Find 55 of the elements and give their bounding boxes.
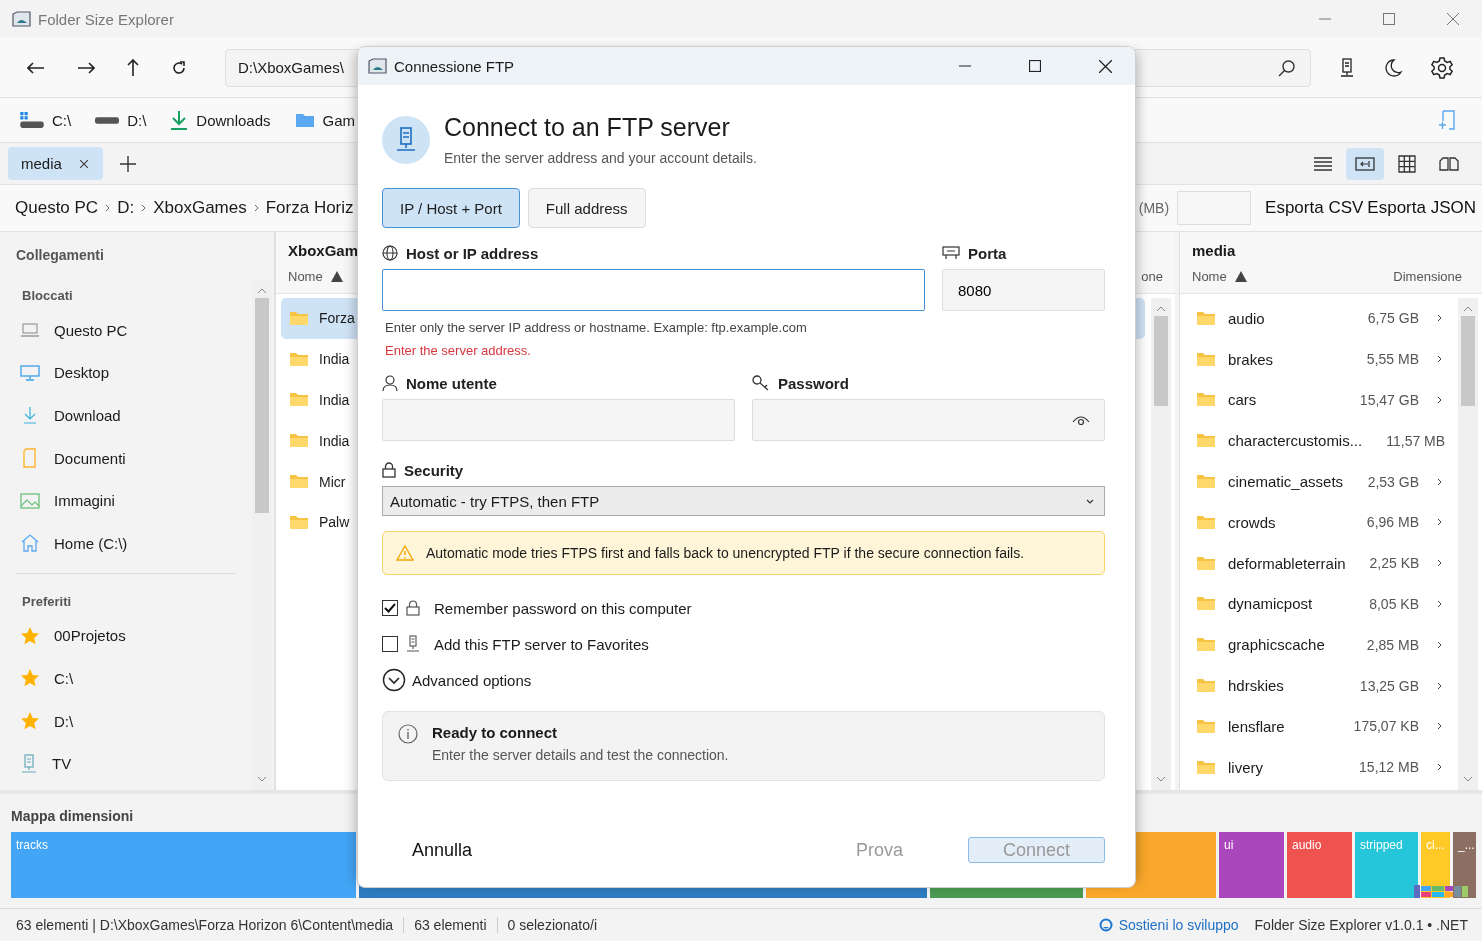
filter-label: (MB) [1138, 200, 1170, 216]
field-label: Security [404, 461, 464, 479]
field-label: Nome utente [406, 374, 497, 392]
folder-size: 11,57 MB [1386, 432, 1446, 449]
field-label: Password [778, 374, 849, 392]
folder-name: brakes [1228, 350, 1274, 368]
folder-name: Forza [319, 310, 355, 327]
status-text: 63 elementi [414, 917, 487, 933]
dialog-subheading: Enter the server address and your account details. [444, 150, 757, 166]
status-text: 63 elementi | D:\XboxGames\Forza Horizon 6\Content\media [16, 917, 394, 933]
folder-name: livery [1228, 758, 1263, 776]
field-label: Porta [968, 244, 1007, 262]
folder-size: 2,53 GB [1367, 473, 1419, 490]
section-title: Mappa dimensioni [11, 808, 135, 826]
folder-name: hdrskies [1228, 677, 1284, 695]
folder-name: India [319, 432, 350, 449]
folder-size: 6,75 GB [1367, 310, 1419, 327]
folder-name: India [319, 351, 350, 368]
warning-text: Automatic mode tries FTPS first and falls back to unencrypted FTP if the secure connection fails. [426, 545, 1025, 561]
status-message: Enter the server details and test the connection. [432, 747, 729, 763]
folder-size: 13,25 GB [1359, 677, 1419, 694]
window-title: Folder Size Explorer [38, 10, 174, 28]
folder-name: Micr [319, 473, 346, 490]
folder-name: lensflare [1228, 717, 1285, 735]
folder-name: deformableterrain [1228, 554, 1346, 572]
column-title: media [1192, 242, 1236, 259]
section-heading: Preferiti [21, 592, 73, 611]
folder-name: crowds [1228, 513, 1276, 531]
folder-size: 8,05 KB [1369, 595, 1419, 612]
section-heading: Bloccati [21, 287, 74, 305]
help-text: Enter only the server IP address or hostname. Example: ftp.example.com [384, 320, 808, 335]
field-label: Host or IP address [406, 244, 539, 262]
folder-name: audio [1228, 309, 1265, 327]
folder-size: 2,85 MB [1366, 636, 1419, 653]
folder-size: 15,47 GB [1359, 392, 1419, 408]
folder-name: dynamicpost [1228, 595, 1313, 613]
folder-name: charactercustomis... [1228, 432, 1363, 450]
sidebar-title: Collegamenti [15, 246, 105, 265]
folder-size: 2,25 KB [1369, 555, 1420, 572]
status-text: 0 selezionato/i [507, 917, 598, 933]
error-text: Enter the server address. [384, 343, 532, 358]
dialog-heading: Connect to an FTP server [444, 113, 731, 142]
folder-name: graphicscache [1228, 636, 1325, 654]
folder-name: cinematic_assets [1228, 473, 1344, 491]
folder-size: 15,12 MB [1359, 759, 1419, 776]
folder-size: 6,96 MB [1366, 514, 1419, 531]
version-text: Folder Size Explorer v1.0.1 • .NET [1254, 917, 1468, 933]
folder-size: 5,55 MB [1366, 351, 1419, 368]
folder-size: 175,07 KB [1353, 718, 1419, 735]
folder-name: Palw [319, 514, 350, 531]
status-title: Ready to connect [432, 724, 559, 741]
folder-name: India [319, 392, 350, 408]
folder-name: cars [1228, 391, 1257, 409]
dialog-title: Connessione FTP [394, 57, 515, 75]
column-title: XboxGam [288, 242, 359, 259]
